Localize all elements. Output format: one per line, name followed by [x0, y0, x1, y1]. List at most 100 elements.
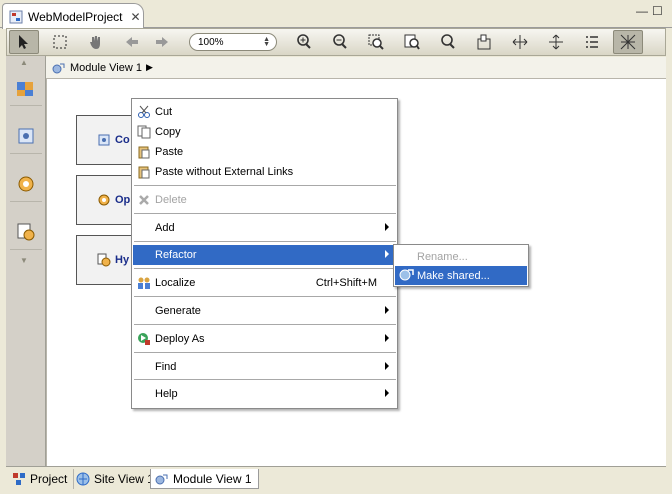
scissors-icon [138, 105, 150, 118]
palette-item-hybrid[interactable] [10, 214, 42, 250]
zoom-level-value: 100% [198, 36, 224, 48]
layout-button[interactable] [469, 30, 499, 54]
tab-module-view-1[interactable]: Module View 1 [150, 469, 259, 489]
submenu-arrow-icon [385, 250, 389, 258]
menu-item-label: Copy [155, 126, 181, 138]
menu-item-copy[interactable]: Copy [133, 122, 397, 142]
scroll-down-icon[interactable]: ▼ [20, 256, 28, 265]
undo-button[interactable] [117, 30, 147, 54]
paste-icon [138, 146, 150, 159]
zoom-tool-button[interactable] [433, 30, 463, 54]
tab-project[interactable]: Project [8, 469, 75, 489]
zoom-fit-icon [368, 34, 384, 50]
context-menu: Cut Copy Paste Paste without External Li… [131, 98, 398, 409]
deploy-icon [138, 333, 150, 345]
copy-icon [137, 125, 151, 139]
gear-icon [98, 194, 110, 206]
palette-item-content-unit[interactable] [10, 118, 42, 154]
menu-separator [134, 352, 396, 353]
submenu-arrow-icon [385, 334, 389, 342]
list-layout-button[interactable] [577, 30, 607, 54]
menu-item-cut[interactable]: Cut [133, 102, 397, 122]
menu-item-help[interactable]: Help [133, 384, 397, 404]
connect-tool-button[interactable] [613, 30, 643, 54]
editor-tab-title: WebModelProject [28, 9, 123, 24]
pan-tool-button[interactable] [81, 30, 111, 54]
diagram-toolbar: 100% ▲ ▼ [6, 28, 666, 56]
tab-site-view-1[interactable]: Site View 1 [72, 469, 161, 489]
menu-item-find[interactable]: Find [133, 357, 397, 377]
zoom-fit-button[interactable] [361, 30, 391, 54]
zoom-page-icon [404, 34, 420, 50]
marquee-tool-button[interactable] [45, 30, 75, 54]
module-view-icon [52, 63, 65, 73]
select-arrow-icon [19, 35, 28, 49]
menu-item-add[interactable]: Add [133, 218, 397, 238]
submenu-arrow-icon [385, 223, 389, 231]
undo-arrow-icon [126, 37, 138, 47]
hybrid-unit-icon [97, 253, 111, 267]
zoom-in-icon [297, 34, 311, 49]
menu-item-label: Cut [155, 106, 173, 118]
pan-hand-icon [90, 36, 100, 49]
paste-icon [138, 166, 150, 179]
node-label: Op [115, 194, 131, 206]
localize-icon [138, 277, 150, 289]
editor-window: WebModelProject ✕ — ☐ 100% ▲ ▼ ▲ ▼ Modul… [0, 0, 672, 494]
maximize-icon[interactable]: ☐ [652, 4, 663, 18]
tab-label: Project [30, 472, 68, 486]
menu-item-label: Generate [155, 305, 201, 317]
scroll-up-icon[interactable]: ▲ [20, 58, 28, 67]
breadcrumb: Module View 1 ▶ [46, 57, 666, 79]
menu-item-delete[interactable]: Delete [133, 190, 397, 210]
menu-separator [134, 324, 396, 325]
zoom-page-button[interactable] [397, 30, 427, 54]
close-icon[interactable]: ✕ [131, 10, 141, 24]
menu-separator [134, 185, 396, 186]
palette-item-module[interactable] [10, 70, 42, 106]
editor-tab-webmodelproject[interactable]: WebModelProject ✕ [2, 3, 144, 29]
menu-item-refactor[interactable]: Refactor [133, 245, 397, 265]
project-icon [13, 473, 25, 485]
zoom-out-icon [333, 34, 347, 49]
menu-item-label: Localize [155, 277, 196, 289]
menu-item-shortcut: Ctrl+Shift+M [315, 277, 377, 289]
submenu-item-rename[interactable]: Rename... [395, 247, 527, 266]
node-label: Hy [115, 254, 130, 266]
menu-separator [134, 379, 396, 380]
content-unit-icon [98, 134, 110, 146]
menu-item-generate[interactable]: Generate [133, 301, 397, 321]
zoom-in-button[interactable] [289, 30, 319, 54]
gear-icon [18, 176, 34, 191]
menu-item-label: Add [155, 222, 175, 234]
content-unit-icon [18, 128, 34, 143]
menu-item-paste-without-links[interactable]: Paste without External Links [133, 162, 397, 182]
zoom-level-combo[interactable]: 100% ▲ ▼ [189, 33, 277, 51]
site-view-icon [76, 472, 90, 486]
web-model-icon [9, 10, 23, 23]
view-tab-bar: Project Site View 1 Module View 1 [6, 466, 666, 490]
submenu-item-label: Rename... [417, 250, 468, 263]
submenu-arrow-icon [385, 362, 389, 370]
refactor-submenu: Rename... Make shared... [393, 244, 529, 287]
menu-separator [134, 213, 396, 214]
spinner-icon[interactable]: ▲ ▼ [263, 36, 270, 48]
spread-horizontal-icon [512, 35, 528, 49]
menu-item-paste[interactable]: Paste [133, 142, 397, 162]
breadcrumb-arrow-icon[interactable]: ▶ [146, 62, 153, 73]
menu-item-deploy-as[interactable]: Deploy As [133, 329, 397, 349]
layout-icon [477, 34, 491, 50]
submenu-arrow-icon [385, 389, 389, 397]
menu-item-localize[interactable]: Localize Ctrl+Shift+M [133, 273, 397, 293]
breadcrumb-label[interactable]: Module View 1 [70, 62, 142, 74]
select-tool-button[interactable] [9, 30, 39, 54]
minimize-icon[interactable]: — [636, 4, 648, 18]
menu-separator [134, 268, 396, 269]
submenu-item-make-shared[interactable]: Make shared... [395, 266, 527, 285]
zoom-out-button[interactable] [325, 30, 355, 54]
palette-item-operation[interactable] [10, 166, 42, 202]
menu-item-label: Find [155, 361, 177, 373]
spread-horizontal-button[interactable] [505, 30, 535, 54]
spread-vertical-button[interactable] [541, 30, 571, 54]
redo-button[interactable] [147, 30, 177, 54]
